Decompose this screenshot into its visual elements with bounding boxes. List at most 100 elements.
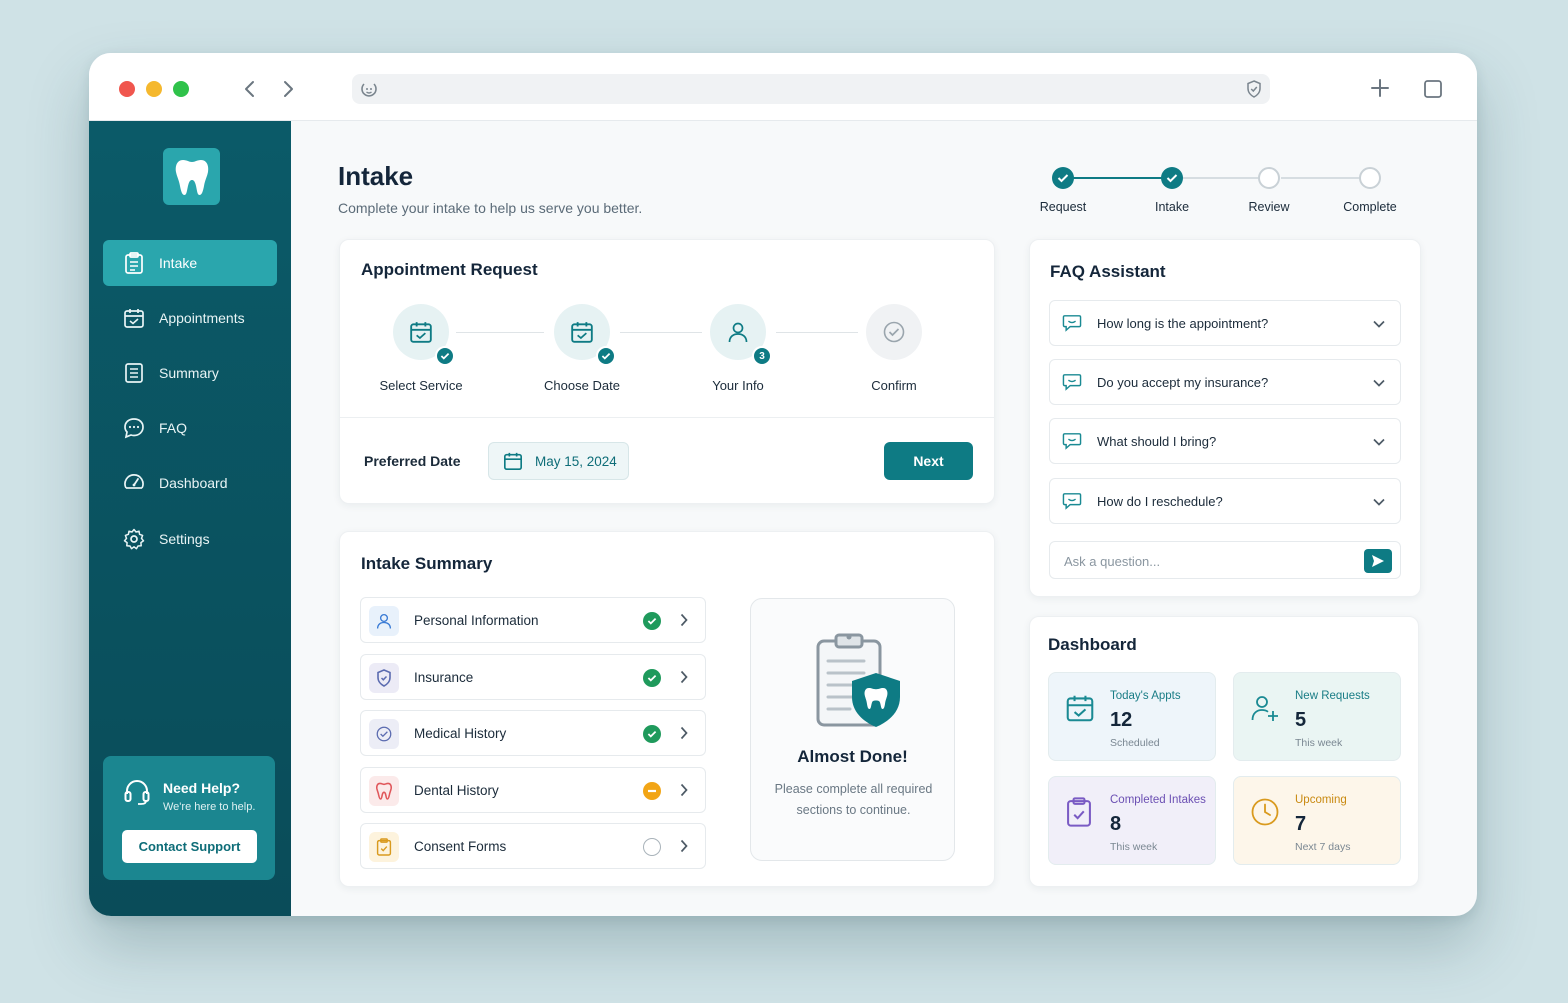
chevron-down-icon [1372,494,1386,512]
progress-label: Request [1039,200,1087,214]
sidebar-item-appointments[interactable]: Appointments [103,295,277,341]
summary-row-insurance[interactable]: Insurance [360,654,706,700]
headset-icon [123,778,151,811]
browser-window: Intake Appointments Summary FAQ Dashboar… [89,53,1477,916]
sidebar-item-label: Dashboard [159,475,228,491]
stat-value: 12 [1110,709,1133,731]
address-bar[interactable] [352,74,1270,104]
help-card: Need Help? We're here to help. Contact S… [103,756,275,880]
next-button[interactable]: Next [884,442,973,480]
stat-todays-appts[interactable]: Today's Appts 12 Scheduled [1048,672,1216,761]
new-tab-icon[interactable] [1369,77,1391,104]
check-icon [1057,174,1069,183]
step-label: Confirm [871,378,917,393]
stat-sub: This week [1295,737,1343,749]
card-title: Appointment Request [361,260,538,279]
almost-done-panel: Almost Done! Please complete all require… [750,598,955,861]
clipboard-shield-icon [814,633,904,734]
card-title: FAQ Assistant [1050,262,1166,281]
maximize-window-button[interactable] [173,81,189,97]
minimize-window-button[interactable] [146,81,162,97]
sidebar-item-label: Appointments [159,310,245,326]
contact-support-button[interactable]: Contact Support [122,830,257,863]
user-icon [728,322,748,343]
stat-new-requests[interactable]: New Requests 5 This week [1233,672,1401,761]
chevron-right-icon [680,726,688,745]
almost-done-text: Please complete all required sections to… [774,782,933,817]
summary-row-consent-forms[interactable]: Consent Forms [360,823,706,869]
card-title: Intake Summary [361,554,493,573]
sidebar-item-settings[interactable]: Settings [103,516,277,562]
faq-question-text: What should I bring? [1097,434,1217,449]
tooth-icon [369,776,399,806]
check-badge-icon [435,346,455,366]
stat-label: Today's Appts [1110,690,1181,702]
faq-question-input[interactable]: Ask a question... [1049,541,1401,579]
faq-question[interactable]: How do I reschedule? [1049,478,1401,524]
faq-question-text: How do I reschedule? [1097,494,1223,509]
progress-label: Review [1248,200,1290,214]
step-label: Choose Date [544,378,620,393]
calendar-icon [123,307,145,329]
stat-upcoming[interactable]: Upcoming 7 Next 7 days [1233,776,1401,865]
gear-icon [123,528,145,550]
step-circle [554,304,616,366]
stat-sub: This week [1110,841,1158,853]
clipboard-icon [123,252,145,274]
chevron-down-icon [1372,316,1386,334]
progress-step-review[interactable] [1258,167,1280,189]
faq-question[interactable]: What should I bring? [1049,418,1401,464]
progress-step-complete[interactable] [1359,167,1381,189]
faq-assistant-card: FAQ Assistant How long is the appointmen… [1029,239,1421,597]
document-icon [123,362,145,384]
shield-icon[interactable] [1246,80,1262,103]
clipboard-icon [369,832,399,862]
sidebar: Intake Appointments Summary FAQ Dashboar… [89,121,291,916]
sidebar-item-dashboard[interactable]: Dashboard [103,460,277,506]
summary-row-dental-history[interactable]: Dental History [360,767,706,813]
appointment-request-card: Appointment Request Select Service Choos… [339,239,995,504]
chevron-down-icon [1372,434,1386,452]
step-confirm[interactable]: Confirm [844,304,944,393]
sidebar-item-faq[interactable]: FAQ [103,405,277,451]
sidebar-item-summary[interactable]: Summary [103,350,277,396]
progress-label: Intake [1154,200,1190,214]
forward-arrow-icon[interactable] [279,77,299,101]
tooth-logo-icon [163,148,220,205]
progress-step-request[interactable] [1052,167,1074,189]
tab-overview-icon[interactable] [1423,79,1443,104]
not-started-status-icon [643,838,661,856]
summary-row-medical-history[interactable]: Medical History [360,710,706,756]
progress-stepper: Request Intake Review Complete [1037,167,1437,227]
sidebar-item-intake[interactable]: Intake [103,240,277,286]
step-select-service[interactable]: Select Service [371,304,471,393]
faq-question[interactable]: How long is the appointment? [1049,300,1401,346]
step-choose-date[interactable]: Choose Date [532,304,632,393]
sidebar-item-label: FAQ [159,420,188,436]
sidebar-item-label: Intake [159,255,198,271]
step-circle [393,304,455,366]
progress-step-intake[interactable] [1161,167,1183,189]
send-button[interactable] [1364,549,1392,573]
card-title: Dashboard [1048,635,1137,654]
chevron-right-icon [680,670,688,689]
check-circle-icon [883,321,905,343]
sidebar-item-label: Settings [159,531,210,547]
close-window-button[interactable] [119,81,135,97]
page-subtitle: Complete your intake to help us serve yo… [338,200,643,216]
calendar-icon [571,322,593,343]
privacy-icon[interactable] [360,80,378,103]
step-label: Select Service [379,378,463,393]
summary-row-personal-information[interactable]: Personal Information [360,597,706,643]
calendar-icon [503,451,523,471]
faq-question[interactable]: Do you accept my insurance? [1049,359,1401,405]
summary-row-label: Dental History [414,783,499,798]
back-arrow-icon[interactable] [239,77,259,101]
faq-question-text: How long is the appointment? [1097,316,1269,331]
preferred-date-picker[interactable]: May 15, 2024 [488,442,629,480]
chevron-right-icon [680,613,688,632]
clipboard-check-icon [1065,797,1093,832]
help-title: Need Help? [163,780,241,796]
stat-completed-intakes[interactable]: Completed Intakes 8 This week [1048,776,1216,865]
step-your-info[interactable]: 3 Your Info [688,304,788,393]
